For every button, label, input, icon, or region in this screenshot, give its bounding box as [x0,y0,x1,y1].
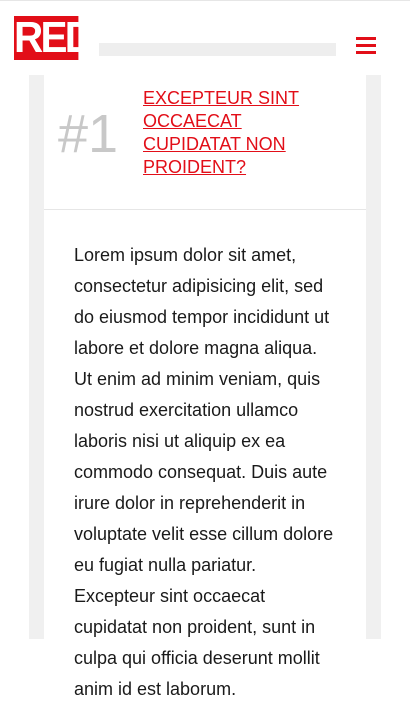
top-border [0,0,410,1]
article-rank: #1 [58,104,119,164]
menu-bar-top [356,37,376,40]
search-bar[interactable] [99,43,336,56]
card-divider [44,209,366,210]
site-logo[interactable]: RED [14,16,94,60]
menu-bar-bottom [356,51,376,54]
article-body: Lorem ipsum dolor sit amet, consectetur … [74,245,334,699]
hamburger-menu-icon[interactable] [356,37,376,54]
top-navigation-bar: RED [0,0,410,75]
menu-bar-middle [356,44,376,47]
article-headline-link[interactable]: EXCEPTEUR SINT OCCAECAT CUPIDATAT NON PR… [143,87,343,179]
